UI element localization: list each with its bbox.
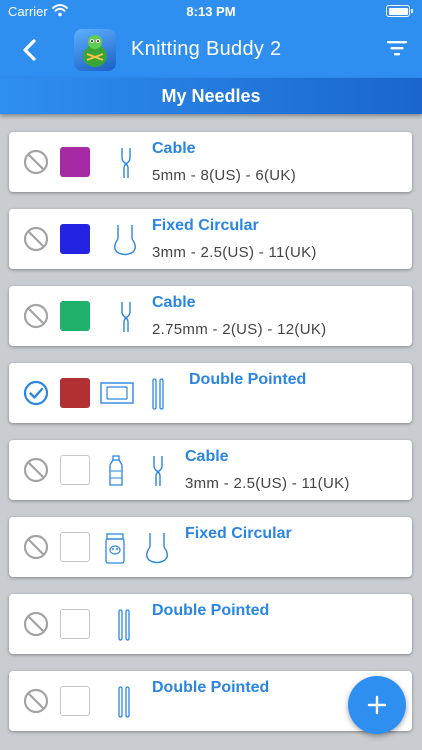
color-swatch (60, 147, 90, 177)
nav-title: Knitting Buddy 2 (131, 38, 282, 60)
needle-type: Fixed Circular (185, 525, 292, 542)
unavailable-icon[interactable] (23, 611, 49, 637)
add-needle-button[interactable] (348, 676, 406, 734)
needle-size: 2.75mm - 2(US) - 12(UK) (152, 321, 327, 338)
needle-row[interactable]: Cable 2.75mm - 2(US) - 12(UK) (9, 286, 412, 346)
needle-row[interactable]: Cable 5mm - 8(US) - 6(UK) (9, 132, 412, 192)
needle-size: 5mm - 8(US) - 6(UK) (152, 167, 297, 184)
needle-row[interactable]: Double Pointed (9, 363, 412, 423)
needle-size: 3mm - 2.5(US) - 11(UK) (152, 244, 317, 261)
needle-row[interactable]: Double Pointed (9, 594, 412, 654)
needle-row[interactable]: Fixed Circular 3mm - 2.5(US) - 11(UK) (9, 209, 412, 269)
bottle-icon (109, 455, 123, 486)
needle-case-icon (100, 382, 134, 404)
color-swatch (60, 378, 90, 408)
double-pointed-needle-icon (118, 686, 130, 718)
status-time: 8:13 PM (186, 4, 236, 19)
status-bar: Carrier 8:13 PM (0, 0, 422, 24)
color-swatch (60, 455, 90, 485)
cable-needle-icon (121, 302, 131, 332)
double-pointed-needle-icon (152, 378, 164, 410)
needle-type: Double Pointed (152, 679, 270, 696)
needle-type: Cable (152, 294, 196, 311)
color-swatch (60, 301, 90, 331)
fixed-circular-needle-icon (114, 225, 136, 256)
filter-icon[interactable] (386, 38, 408, 58)
jar-icon (105, 533, 125, 564)
needle-row[interactable]: Fixed Circular (9, 517, 412, 577)
unavailable-icon[interactable] (23, 457, 49, 483)
unavailable-icon[interactable] (23, 303, 49, 329)
color-swatch (60, 224, 90, 254)
battery-icon (386, 5, 413, 17)
needle-type: Cable (185, 448, 229, 465)
needle-type: Double Pointed (152, 602, 270, 619)
unavailable-icon[interactable] (23, 534, 49, 560)
color-swatch (60, 609, 90, 639)
top-bar: Carrier 8:13 PM Knitting Buddy 2 (0, 0, 422, 78)
color-swatch (60, 532, 90, 562)
needle-type: Fixed Circular (152, 217, 259, 234)
back-button[interactable] (18, 36, 42, 64)
needle-type: Double Pointed (189, 371, 307, 388)
unavailable-icon[interactable] (23, 226, 49, 252)
navigation-bar: Knitting Buddy 2 (0, 24, 422, 78)
cable-needle-icon (121, 148, 131, 178)
app-logo (74, 29, 116, 71)
needle-size: 3mm - 2.5(US) - 11(UK) (185, 475, 350, 492)
needle-type: Cable (152, 140, 196, 157)
color-swatch (60, 686, 90, 716)
checkmark-icon[interactable] (23, 380, 49, 406)
unavailable-icon[interactable] (23, 688, 49, 714)
section-header: My Needles (0, 78, 422, 114)
needle-list: Cable 5mm - 8(US) - 6(UK) Fixed Circular… (0, 114, 422, 750)
cable-needle-icon (153, 456, 163, 486)
fixed-circular-needle-icon (146, 533, 168, 564)
plus-icon (367, 695, 387, 715)
section-title: My Needles (161, 86, 261, 106)
needle-row[interactable]: Cable 3mm - 2.5(US) - 11(UK) (9, 440, 412, 500)
unavailable-icon[interactable] (23, 149, 49, 175)
double-pointed-needle-icon (118, 609, 130, 641)
